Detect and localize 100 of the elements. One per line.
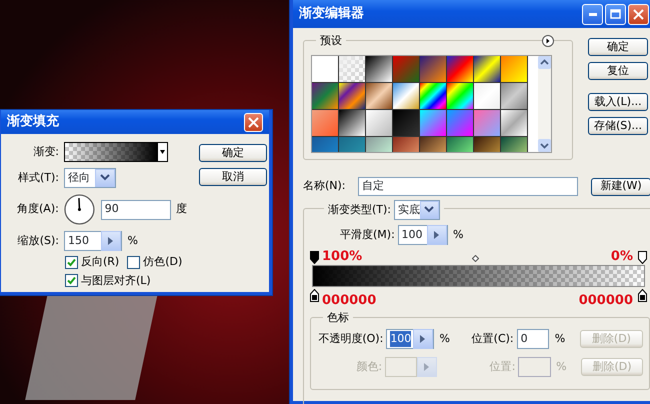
checkbox[interactable] [127,256,140,269]
chevron-icon [100,174,110,182]
scale-input[interactable]: 150 [64,231,122,251]
minimize-button[interactable] [582,4,603,24]
dialog-button[interactable]: 确定 [588,38,648,56]
angle-input[interactable]: 90 [100,200,170,220]
dialog-button[interactable]: 确定 [199,144,267,162]
gradient-swatch[interactable] [339,110,366,137]
new-button[interactable]: 新建(W) [591,178,650,196]
scroll-down-icon[interactable] [538,139,551,152]
color-stop-icon[interactable] [310,289,319,302]
stepper-button[interactable] [426,225,447,245]
gradient-swatch[interactable] [447,56,474,83]
checkbox-label: 仿色(D) [143,254,182,270]
close-button[interactable] [244,112,263,132]
checkbox-label: 与图层对齐(L) [81,272,151,288]
field-label: 不透明度(O): [317,330,384,347]
window-title: 渐变编辑器 [299,4,365,24]
minimize-icon [588,12,596,16]
chevron-icon [424,206,434,214]
field-label: 角度(A): [16,201,59,218]
gradient-swatch[interactable] [366,110,393,137]
color-swatch[interactable] [385,357,418,377]
field-label: 位置: [488,358,516,375]
checkbox[interactable] [65,274,78,288]
gradient-swatch[interactable] [312,110,339,137]
gradient-swatch[interactable] [420,83,447,110]
gradient-swatch[interactable] [366,56,393,83]
stepper-button[interactable] [101,231,121,251]
field-value: 100 [402,226,423,243]
position-input[interactable]: 0 [516,329,550,349]
unit-label: % [554,330,566,347]
gradient-swatch[interactable] [393,83,420,110]
color-stop-icon[interactable] [638,289,647,302]
gradient-swatch[interactable] [312,56,339,83]
arrow-icon [107,236,115,246]
annotation: 000000 [578,292,633,310]
select-value: 实底 [398,202,420,218]
menu-icon[interactable] [542,35,554,47]
gradient-swatch[interactable] [474,110,501,137]
smoothness-input[interactable]: 100 [398,225,448,245]
unit-label: % [439,330,451,347]
annotation: 100% [322,248,362,266]
field-label: 缩放(S): [16,232,59,249]
arrow-icon [432,230,441,240]
type-select[interactable]: 实底 [394,200,440,220]
gradient-picker[interactable] [64,142,168,162]
gradient-swatch[interactable] [474,56,501,83]
dropdown-button[interactable] [420,201,439,219]
maximize-icon [610,9,621,19]
gradient-swatch[interactable] [420,56,447,83]
stepper-button[interactable] [412,329,433,349]
field-label: 颜色: [355,358,382,375]
field-label: 平滑度(M): [340,226,395,243]
dialog-button[interactable]: 存储(S)... [588,117,648,135]
gradient-swatch[interactable] [393,110,420,137]
angle-dial[interactable] [64,194,95,225]
gradient-bar[interactable] [312,265,645,287]
gradient-swatch[interactable] [366,83,393,110]
arrow-icon [423,362,432,372]
annotation: 0% [610,248,633,266]
maximize-button[interactable] [605,4,626,24]
dialog-button[interactable]: 载入(L)... [588,93,648,111]
style-select[interactable]: 径向 [64,168,116,188]
field-label: 名称(N): [303,178,347,194]
checkbox[interactable] [65,256,78,269]
close-button[interactable] [628,4,649,24]
dropdown-button[interactable] [95,169,115,187]
gradient-swatch[interactable] [501,56,528,83]
gradient-swatch[interactable] [393,56,420,83]
opacity-stop-icon[interactable] [638,251,647,264]
unit-label: % [453,226,464,243]
scrollbar[interactable] [538,56,551,152]
gradient-swatch[interactable] [339,56,366,83]
gradient-swatch[interactable] [474,83,501,110]
opacity-stop-icon[interactable] [310,251,319,264]
unit-label: % [128,232,138,249]
position-input[interactable] [518,357,551,377]
field-label: 渐变类型(T): [328,202,392,218]
field-label: 位置(C): [470,330,514,347]
gradient-swatch[interactable] [501,110,528,137]
opacity-input[interactable]: 100 [386,329,434,349]
gradient-swatch[interactable] [447,83,474,110]
gradient-swatch[interactable] [339,83,366,110]
gradient-swatch[interactable] [501,83,528,110]
gradient-swatch[interactable] [312,83,339,110]
window-title: 渐变填充 [7,112,59,132]
unit-label: % [556,358,568,375]
dialog-button[interactable]: 取消 [199,168,267,186]
field-value: 150 [68,232,89,249]
gradient-swatch[interactable] [420,110,447,137]
name-input[interactable]: 自定 [358,177,578,196]
dropdown-arrow-icon [160,150,165,154]
field-label: 渐变: [32,144,59,160]
checkbox-label: 反向(R) [81,254,120,270]
scroll-up-icon[interactable] [538,56,551,69]
select-value: 径向 [68,170,90,186]
dialog-button[interactable]: 复位 [588,62,648,80]
midpoint-icon[interactable] [472,255,479,262]
gradient-swatch[interactable] [447,110,474,137]
